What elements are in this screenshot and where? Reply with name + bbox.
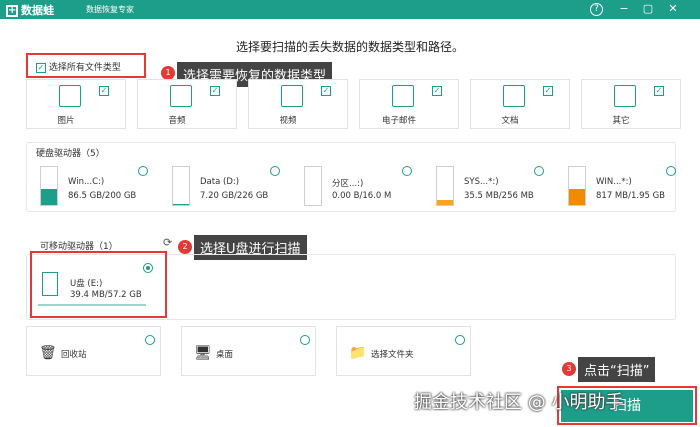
- drive-name: 分区...:): [332, 179, 364, 189]
- drive-item[interactable]: Data (D:) 7.20 GB/226 GB: [162, 166, 288, 216]
- drive-radio[interactable]: [138, 166, 148, 176]
- drive-radio[interactable]: [402, 166, 412, 176]
- drive-item[interactable]: Win...C:) 86.5 GB/200 GB: [30, 166, 156, 216]
- drive-radio[interactable]: [666, 166, 676, 176]
- drive-radio[interactable]: [143, 263, 153, 273]
- checkbox-checked-icon: ✓: [321, 86, 331, 96]
- app-logo: + 数据蛙: [6, 2, 54, 18]
- checkbox-checked-icon: ✓: [99, 86, 109, 96]
- hard-drive-title: 硬盘驱动器（5）: [36, 149, 105, 159]
- drive-name: WIN...*:): [596, 177, 632, 187]
- other-icon: [614, 85, 636, 107]
- file-type-label: 文档: [501, 116, 519, 126]
- drive-size: 86.5 GB/200 GB: [68, 191, 137, 201]
- drive-item[interactable]: WIN...*:) 817 MB/1.95 GB: [558, 166, 684, 216]
- audio-icon: [170, 85, 192, 107]
- checkbox-checked-icon: ✓: [543, 86, 553, 96]
- restore-button[interactable]: ▢: [640, 1, 656, 17]
- file-type-label: 电子邮件: [381, 116, 416, 126]
- callout-number: 1: [161, 66, 175, 80]
- drive-size: 7.20 GB/226 GB: [200, 191, 269, 201]
- drive-size: 0.00 B/16.0 M: [332, 191, 392, 201]
- help-icon[interactable]: ?: [590, 3, 603, 16]
- drive-icon: [568, 166, 586, 206]
- location-card[interactable]: 📁 选择文件夹: [336, 326, 471, 376]
- usb-drive-icon: [42, 272, 58, 296]
- location-card[interactable]: 🗑 回收站: [26, 326, 161, 376]
- close-button[interactable]: ✕: [665, 1, 681, 17]
- file-type-card[interactable]: ✓ 文档: [470, 79, 570, 129]
- drive-size: 817 MB/1.95 GB: [596, 191, 666, 201]
- drive-radio[interactable]: [534, 166, 544, 176]
- location-radio[interactable]: [145, 335, 155, 345]
- minimize-button[interactable]: −: [616, 1, 632, 17]
- recycle-bin-icon: 🗑: [39, 345, 57, 361]
- callout-text: 点击“扫描”: [578, 357, 656, 382]
- email-icon: [392, 85, 414, 107]
- app-name: 数据蛙: [21, 4, 54, 17]
- drive-icon: [172, 166, 190, 206]
- watermark: 掘金技术社区 @ 小明助手: [414, 392, 624, 413]
- checkbox-checked-icon: ✓: [36, 62, 46, 73]
- app-subtitle: 数据恢复专家: [86, 5, 134, 14]
- drive-item[interactable]: 分区...:) 0.00 B/16.0 M: [294, 166, 420, 216]
- file-type-card[interactable]: ✓ 图片: [26, 79, 126, 129]
- file-type-card[interactable]: ✓ 其它: [581, 79, 681, 129]
- callout-number: 3: [562, 362, 576, 376]
- select-all-label: 选择所有文件类型: [48, 63, 121, 73]
- title-bar: + 数据蛙 数据恢复专家 ? − ▢ ✕: [0, 0, 700, 19]
- drive-icon: [40, 166, 58, 206]
- folder-icon: 📁: [349, 345, 367, 361]
- location-label: 选择文件夹: [371, 350, 414, 360]
- drive-icon: [436, 166, 454, 206]
- drive-size: 35.5 MB/256 MB: [464, 191, 534, 201]
- file-type-card[interactable]: ✓ 音频: [137, 79, 237, 129]
- location-radio[interactable]: [455, 335, 465, 345]
- select-all-checkbox[interactable]: ✓ 选择所有文件类型: [36, 60, 121, 73]
- location-label: 桌面: [216, 350, 234, 360]
- usb-capacity-bar: [38, 304, 146, 306]
- file-type-card[interactable]: ✓ 视频: [248, 79, 348, 129]
- location-card[interactable]: 🖥 桌面: [181, 326, 316, 376]
- drive-name: U盘 (E:): [70, 279, 103, 289]
- refresh-icon[interactable]: ⟳: [163, 236, 172, 249]
- callout-number: 2: [178, 240, 192, 254]
- drive-size: 39.4 MB/57.2 GB: [70, 290, 142, 300]
- file-type-label: 图片: [57, 116, 75, 126]
- checkbox-checked-icon: ✓: [654, 86, 664, 96]
- drive-name: Data (D:): [200, 177, 240, 187]
- video-icon: [281, 85, 303, 107]
- checkbox-checked-icon: ✓: [210, 86, 220, 96]
- image-icon: [59, 85, 81, 107]
- usb-drive-item[interactable]: U盘 (E:) 39.4 MB/57.2 GB: [32, 260, 158, 310]
- location-label: 回收站: [61, 350, 87, 360]
- file-type-card[interactable]: ✓ 电子邮件: [359, 79, 459, 129]
- drive-radio[interactable]: [270, 166, 280, 176]
- desktop-icon: 🖥: [194, 345, 212, 361]
- drive-icon: [304, 166, 322, 206]
- checkbox-checked-icon: ✓: [432, 86, 442, 96]
- drive-item[interactable]: SYS...*:) 35.5 MB/256 MB: [426, 166, 552, 216]
- file-type-label: 视频: [279, 116, 297, 126]
- location-radio[interactable]: [300, 335, 310, 345]
- file-type-label: 音频: [168, 116, 186, 126]
- drive-name: SYS...*:): [464, 177, 499, 187]
- file-type-label: 其它: [612, 116, 630, 126]
- document-icon: [503, 85, 525, 107]
- logo-plus-icon: +: [6, 5, 18, 17]
- drive-name: Win...C:): [68, 177, 105, 187]
